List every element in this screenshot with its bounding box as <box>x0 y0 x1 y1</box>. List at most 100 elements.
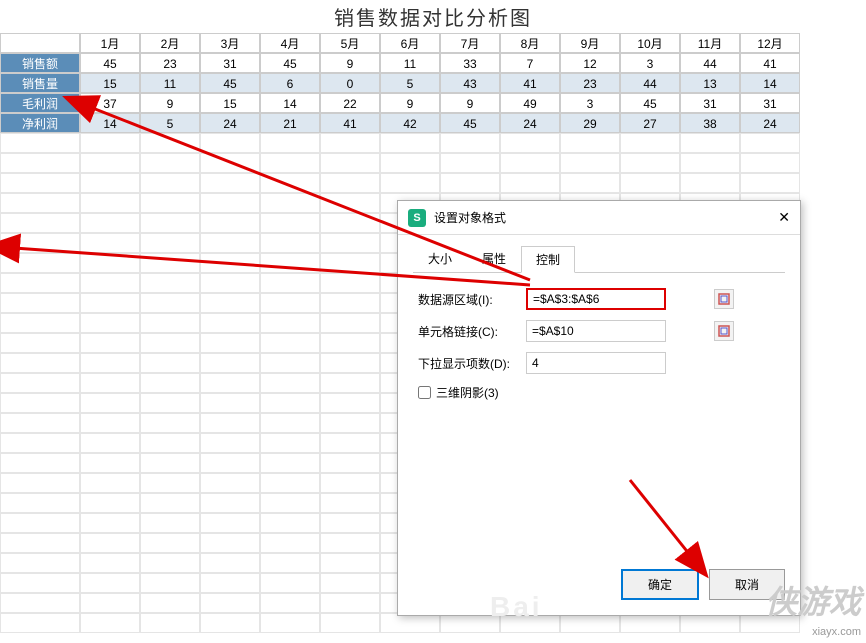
empty-cell[interactable] <box>200 213 260 233</box>
empty-cell[interactable] <box>140 573 200 593</box>
empty-cell[interactable] <box>320 513 380 533</box>
empty-cell[interactable] <box>320 413 380 433</box>
column-header[interactable]: 11月 <box>680 33 740 53</box>
empty-cell[interactable] <box>260 333 320 353</box>
data-cell[interactable]: 7 <box>500 53 560 73</box>
empty-cell[interactable] <box>200 473 260 493</box>
data-cell[interactable]: 45 <box>440 113 500 133</box>
empty-cell[interactable] <box>80 133 140 153</box>
empty-cell[interactable] <box>200 613 260 633</box>
empty-cell[interactable] <box>620 133 680 153</box>
empty-cell[interactable] <box>80 433 140 453</box>
empty-cell[interactable] <box>260 553 320 573</box>
empty-cell[interactable] <box>320 433 380 453</box>
empty-cell[interactable] <box>200 573 260 593</box>
empty-cell[interactable] <box>260 293 320 313</box>
data-cell[interactable]: 24 <box>500 113 560 133</box>
empty-cell[interactable] <box>140 513 200 533</box>
empty-cell[interactable] <box>200 333 260 353</box>
data-cell[interactable]: 0 <box>320 73 380 93</box>
data-cell[interactable]: 44 <box>680 53 740 73</box>
tab-properties[interactable]: 属性 <box>467 245 521 272</box>
empty-cell[interactable] <box>740 133 800 153</box>
input-dropdown-lines[interactable] <box>526 352 666 374</box>
empty-cell[interactable] <box>500 173 560 193</box>
empty-cell[interactable] <box>200 133 260 153</box>
input-source-range[interactable] <box>526 288 666 310</box>
empty-cell[interactable] <box>0 393 80 413</box>
empty-cell[interactable] <box>320 173 380 193</box>
empty-cell[interactable] <box>320 293 380 313</box>
empty-cell[interactable] <box>80 613 140 633</box>
corner-header[interactable]: 月份 <box>0 33 80 53</box>
empty-cell[interactable] <box>320 313 380 333</box>
empty-cell[interactable] <box>80 473 140 493</box>
data-cell[interactable]: 22 <box>320 93 380 113</box>
empty-cell[interactable] <box>80 273 140 293</box>
tab-size[interactable]: 大小 <box>413 245 467 272</box>
empty-cell[interactable] <box>320 453 380 473</box>
data-cell[interactable]: 21 <box>260 113 320 133</box>
empty-cell[interactable] <box>80 333 140 353</box>
data-cell[interactable]: 29 <box>560 113 620 133</box>
empty-cell[interactable] <box>80 513 140 533</box>
empty-cell[interactable] <box>80 373 140 393</box>
empty-cell[interactable] <box>260 493 320 513</box>
empty-cell[interactable] <box>140 233 200 253</box>
empty-cell[interactable] <box>80 173 140 193</box>
empty-cell[interactable] <box>0 293 80 313</box>
empty-cell[interactable] <box>0 493 80 513</box>
column-header[interactable]: 9月 <box>560 33 620 53</box>
empty-cell[interactable] <box>200 253 260 273</box>
data-cell[interactable]: 38 <box>680 113 740 133</box>
empty-cell[interactable] <box>80 193 140 213</box>
data-cell[interactable]: 45 <box>80 53 140 73</box>
data-cell[interactable]: 23 <box>140 53 200 73</box>
empty-cell[interactable] <box>80 533 140 553</box>
empty-cell[interactable] <box>200 173 260 193</box>
data-cell[interactable]: 6 <box>260 73 320 93</box>
data-cell[interactable]: 15 <box>80 73 140 93</box>
data-cell[interactable]: 41 <box>740 53 800 73</box>
empty-cell[interactable] <box>440 133 500 153</box>
column-header[interactable]: 12月 <box>740 33 800 53</box>
empty-cell[interactable] <box>320 473 380 493</box>
empty-cell[interactable] <box>260 273 320 293</box>
data-cell[interactable]: 9 <box>380 93 440 113</box>
data-cell[interactable]: 45 <box>620 93 680 113</box>
empty-cell[interactable] <box>380 613 440 633</box>
data-cell[interactable]: 24 <box>200 113 260 133</box>
column-header[interactable]: 6月 <box>380 33 440 53</box>
empty-cell[interactable] <box>680 613 740 633</box>
empty-cell[interactable] <box>0 333 80 353</box>
data-cell[interactable]: 31 <box>200 53 260 73</box>
empty-cell[interactable] <box>80 553 140 573</box>
empty-cell[interactable] <box>140 493 200 513</box>
empty-cell[interactable] <box>320 233 380 253</box>
empty-cell[interactable] <box>560 613 620 633</box>
empty-cell[interactable] <box>0 213 80 233</box>
empty-cell[interactable] <box>140 213 200 233</box>
empty-cell[interactable] <box>260 193 320 213</box>
empty-cell[interactable] <box>140 273 200 293</box>
empty-cell[interactable] <box>320 333 380 353</box>
empty-cell[interactable] <box>0 513 80 533</box>
empty-cell[interactable] <box>140 593 200 613</box>
data-cell[interactable]: 14 <box>80 113 140 133</box>
empty-cell[interactable] <box>140 453 200 473</box>
empty-cell[interactable] <box>140 133 200 153</box>
empty-cell[interactable] <box>80 313 140 333</box>
data-cell[interactable]: 45 <box>200 73 260 93</box>
empty-cell[interactable] <box>0 253 80 273</box>
empty-cell[interactable] <box>0 593 80 613</box>
empty-cell[interactable] <box>740 153 800 173</box>
empty-cell[interactable] <box>0 353 80 373</box>
empty-cell[interactable] <box>500 153 560 173</box>
data-cell[interactable]: 14 <box>260 93 320 113</box>
empty-cell[interactable] <box>140 613 200 633</box>
empty-cell[interactable] <box>0 233 80 253</box>
empty-cell[interactable] <box>80 573 140 593</box>
column-header[interactable]: 4月 <box>260 33 320 53</box>
data-cell[interactable]: 27 <box>620 113 680 133</box>
empty-cell[interactable] <box>140 253 200 273</box>
